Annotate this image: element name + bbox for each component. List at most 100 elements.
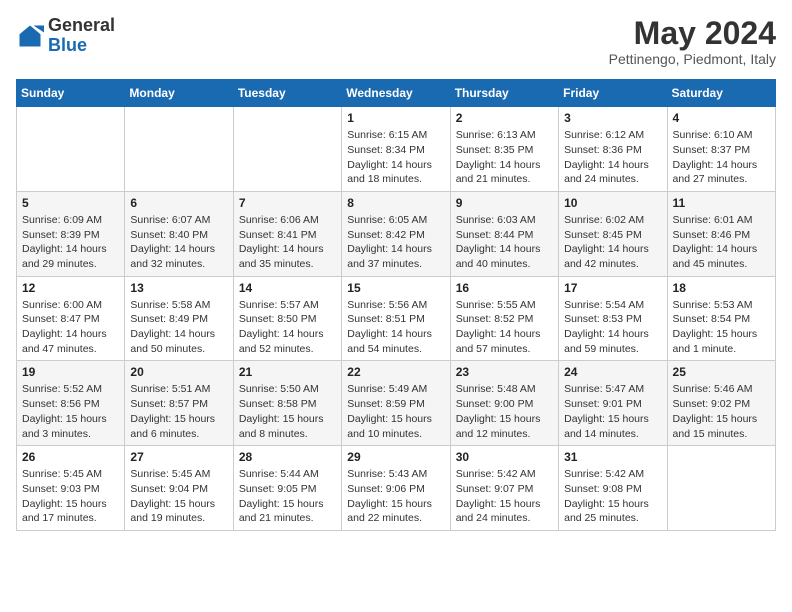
day-number: 5 [22, 196, 119, 210]
day-number: 10 [564, 196, 661, 210]
calendar-cell: 9 Sunrise: 6:03 AM Sunset: 8:44 PM Daylig… [450, 191, 558, 276]
day-number: 30 [456, 450, 553, 464]
calendar-cell: 29 Sunrise: 5:43 AM Sunset: 9:06 PM Dayli… [342, 446, 450, 531]
day-number: 25 [673, 365, 770, 379]
day-number: 4 [673, 111, 770, 125]
calendar-cell: 16Sunrise: 5:55 AM Sunset: 8:52 PM Dayli… [450, 276, 558, 361]
calendar-cell: 13Sunrise: 5:58 AM Sunset: 8:49 PM Dayli… [125, 276, 233, 361]
calendar-cell: 23 Sunrise: 5:48 AM Sunset: 9:00 PM Dayli… [450, 361, 558, 446]
day-info: Sunrise: 5:45 AM Sunset: 9:03 PM Dayligh… [22, 467, 119, 526]
day-info: Sunrise: 6:05 AM Sunset: 8:42 PM Dayligh… [347, 213, 444, 272]
calendar-week-row: 12 Sunrise: 6:00 AM Sunset: 8:47 PM Dayli… [17, 276, 776, 361]
day-number: 17 [564, 281, 661, 295]
calendar-cell: 15 Sunrise: 5:56 AM Sunset: 8:51 PM Dayli… [342, 276, 450, 361]
calendar-cell [233, 107, 341, 192]
calendar-cell: 19 Sunrise: 5:52 AM Sunset: 8:56 PM Dayli… [17, 361, 125, 446]
day-info: Sunrise: 6:00 AM Sunset: 8:47 PM Dayligh… [22, 298, 119, 357]
day-info: Sunrise: 6:15 AM Sunset: 8:34 PM Dayligh… [347, 128, 444, 187]
calendar-week-row: 1 Sunrise: 6:15 AM Sunset: 8:34 PM Daylig… [17, 107, 776, 192]
calendar-body: 1 Sunrise: 6:15 AM Sunset: 8:34 PM Daylig… [17, 107, 776, 531]
calendar-cell: 26Sunrise: 5:45 AM Sunset: 9:03 PM Dayli… [17, 446, 125, 531]
page-header: General Blue May 2024 Pettinengo, Piedmo… [16, 16, 776, 67]
logo-blue-text: Blue [48, 35, 87, 55]
calendar-cell [125, 107, 233, 192]
calendar-table: SundayMondayTuesdayWednesdayThursdayFrid… [16, 79, 776, 531]
day-info: Sunrise: 6:01 AM Sunset: 8:46 PM Dayligh… [673, 213, 770, 272]
day-number: 2 [456, 111, 553, 125]
day-number: 13 [130, 281, 227, 295]
weekday-header-friday: Friday [559, 80, 667, 107]
day-info: Sunrise: 5:48 AM Sunset: 9:00 PM Dayligh… [456, 382, 553, 441]
day-number: 19 [22, 365, 119, 379]
day-number: 20 [130, 365, 227, 379]
calendar-cell: 7 Sunrise: 6:06 AM Sunset: 8:41 PM Daylig… [233, 191, 341, 276]
day-info: Sunrise: 6:06 AM Sunset: 8:41 PM Dayligh… [239, 213, 336, 272]
day-info: Sunrise: 5:47 AM Sunset: 9:01 PM Dayligh… [564, 382, 661, 441]
day-number: 31 [564, 450, 661, 464]
day-number: 28 [239, 450, 336, 464]
calendar-cell: 20 Sunrise: 5:51 AM Sunset: 8:57 PM Dayli… [125, 361, 233, 446]
day-number: 24 [564, 365, 661, 379]
calendar-week-row: 19 Sunrise: 5:52 AM Sunset: 8:56 PM Dayli… [17, 361, 776, 446]
day-number: 7 [239, 196, 336, 210]
day-number: 9 [456, 196, 553, 210]
logo-icon [16, 22, 44, 50]
title-block: May 2024 Pettinengo, Piedmont, Italy [609, 16, 776, 67]
weekday-header-saturday: Saturday [667, 80, 775, 107]
calendar-cell: 17 Sunrise: 5:54 AM Sunset: 8:53 PM Dayli… [559, 276, 667, 361]
day-info: Sunrise: 5:42 AM Sunset: 9:08 PM Dayligh… [564, 467, 661, 526]
day-info: Sunrise: 5:54 AM Sunset: 8:53 PM Dayligh… [564, 298, 661, 357]
day-info: Sunrise: 5:57 AM Sunset: 8:50 PM Dayligh… [239, 298, 336, 357]
calendar-cell [667, 446, 775, 531]
calendar-cell: 5 Sunrise: 6:09 AM Sunset: 8:39 PM Daylig… [17, 191, 125, 276]
day-info: Sunrise: 5:50 AM Sunset: 8:58 PM Dayligh… [239, 382, 336, 441]
calendar-cell: 28 Sunrise: 5:44 AM Sunset: 9:05 PM Dayli… [233, 446, 341, 531]
weekday-header-monday: Monday [125, 80, 233, 107]
logo-general-text: General [48, 15, 115, 35]
calendar-cell: 2 Sunrise: 6:13 AM Sunset: 8:35 PM Daylig… [450, 107, 558, 192]
weekday-header-tuesday: Tuesday [233, 80, 341, 107]
day-number: 12 [22, 281, 119, 295]
calendar-cell: 24 Sunrise: 5:47 AM Sunset: 9:01 PM Dayli… [559, 361, 667, 446]
day-number: 1 [347, 111, 444, 125]
day-info: Sunrise: 6:02 AM Sunset: 8:45 PM Dayligh… [564, 213, 661, 272]
weekday-header-thursday: Thursday [450, 80, 558, 107]
logo: General Blue [16, 16, 115, 56]
calendar-cell: 30Sunrise: 5:42 AM Sunset: 9:07 PM Dayli… [450, 446, 558, 531]
day-info: Sunrise: 6:09 AM Sunset: 8:39 PM Dayligh… [22, 213, 119, 272]
day-info: Sunrise: 5:43 AM Sunset: 9:06 PM Dayligh… [347, 467, 444, 526]
day-number: 23 [456, 365, 553, 379]
calendar-cell: 21 Sunrise: 5:50 AM Sunset: 8:58 PM Dayli… [233, 361, 341, 446]
day-number: 6 [130, 196, 227, 210]
calendar-cell: 3 Sunrise: 6:12 AM Sunset: 8:36 PM Daylig… [559, 107, 667, 192]
calendar-cell: 6Sunrise: 6:07 AM Sunset: 8:40 PM Daylig… [125, 191, 233, 276]
day-info: Sunrise: 5:44 AM Sunset: 9:05 PM Dayligh… [239, 467, 336, 526]
day-info: Sunrise: 6:13 AM Sunset: 8:35 PM Dayligh… [456, 128, 553, 187]
day-info: Sunrise: 5:52 AM Sunset: 8:56 PM Dayligh… [22, 382, 119, 441]
calendar-week-row: 26Sunrise: 5:45 AM Sunset: 9:03 PM Dayli… [17, 446, 776, 531]
calendar-cell: 4 Sunrise: 6:10 AM Sunset: 8:37 PM Daylig… [667, 107, 775, 192]
calendar-cell: 12 Sunrise: 6:00 AM Sunset: 8:47 PM Dayli… [17, 276, 125, 361]
day-info: Sunrise: 5:56 AM Sunset: 8:51 PM Dayligh… [347, 298, 444, 357]
calendar-cell: 1 Sunrise: 6:15 AM Sunset: 8:34 PM Daylig… [342, 107, 450, 192]
day-number: 29 [347, 450, 444, 464]
calendar-cell [17, 107, 125, 192]
day-number: 21 [239, 365, 336, 379]
calendar-cell: 31 Sunrise: 5:42 AM Sunset: 9:08 PM Dayli… [559, 446, 667, 531]
day-info: Sunrise: 5:51 AM Sunset: 8:57 PM Dayligh… [130, 382, 227, 441]
month-title: May 2024 [609, 16, 776, 51]
day-info: Sunrise: 6:03 AM Sunset: 8:44 PM Dayligh… [456, 213, 553, 272]
day-info: Sunrise: 5:55 AM Sunset: 8:52 PM Dayligh… [456, 298, 553, 357]
day-info: Sunrise: 6:10 AM Sunset: 8:37 PM Dayligh… [673, 128, 770, 187]
day-info: Sunrise: 6:12 AM Sunset: 8:36 PM Dayligh… [564, 128, 661, 187]
day-number: 15 [347, 281, 444, 295]
day-number: 11 [673, 196, 770, 210]
day-info: Sunrise: 5:45 AM Sunset: 9:04 PM Dayligh… [130, 467, 227, 526]
day-number: 22 [347, 365, 444, 379]
calendar-cell: 14Sunrise: 5:57 AM Sunset: 8:50 PM Dayli… [233, 276, 341, 361]
day-number: 18 [673, 281, 770, 295]
location-subtitle: Pettinengo, Piedmont, Italy [609, 51, 776, 67]
day-number: 3 [564, 111, 661, 125]
day-info: Sunrise: 5:46 AM Sunset: 9:02 PM Dayligh… [673, 382, 770, 441]
day-number: 27 [130, 450, 227, 464]
